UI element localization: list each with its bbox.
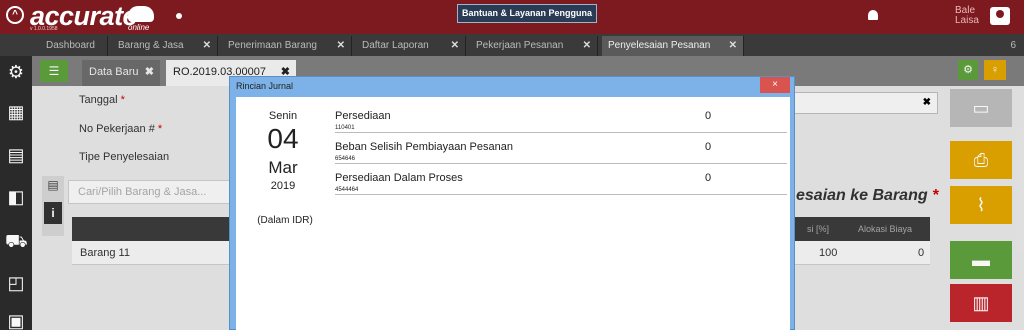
month: Mar [268,158,298,177]
help-button[interactable]: Bantuan & Layanan Pengguna [457,4,598,23]
tab-label: Barang & Jasa [118,40,184,51]
tab-penyelesaian-pesanan[interactable]: Penyelesaian Pesanan ✕ [602,36,744,56]
account-code: 4544464 [335,187,359,193]
tab-label: Daftar Laporan [362,40,429,51]
modal-title: Rincian Jurnal [236,81,294,91]
tab-penerimaan-barang[interactable]: Penerimaan Barang ✕ [222,36,352,56]
accurate-logo-icon: ^ [6,6,24,24]
user-last-name: Laisa [955,15,979,26]
close-icon[interactable]: ✕ [583,36,591,56]
close-button[interactable]: × [760,77,790,93]
tab-dashboard[interactable]: Dashboard [40,36,108,56]
tab-pekerjaan-pesanan[interactable]: Pekerjaan Pesanan ✕ [470,36,598,56]
user-name: Bale Laisa [955,6,979,26]
tab-label: Dashboard [46,40,95,51]
account-name: Persediaan [335,110,391,122]
account-code: 654646 [335,156,356,162]
year: 2019 [270,180,296,192]
tab-strip: Dashboard Barang & Jasa ✕ Penerimaan Bara… [0,34,1024,56]
cloud-icon [128,6,154,22]
tab-daftar-laporan[interactable]: Daftar Laporan ✕ [356,36,466,56]
day-name: Senin [268,110,298,122]
day-number: 04 [267,123,299,154]
modal-body: Senin 04 Mar 2019 (Dalam IDR) Persediaan… [236,97,790,330]
journal-entry: Persediaan Dalam Proses 4544464 0 [335,164,787,195]
close-icon[interactable]: ✕ [451,36,459,56]
account-name: Persediaan Dalam Proses [335,172,463,184]
tab-barang-jasa[interactable]: Barang & Jasa ✕ [112,36,218,56]
entry-amount: 0 [705,141,712,153]
currency-note: (Dalam IDR) [257,215,313,226]
bell-icon[interactable] [868,10,878,20]
close-icon[interactable]: ✕ [729,36,737,56]
menu-dot-icon[interactable] [176,13,182,19]
close-icon[interactable]: ✕ [337,36,345,56]
version-label: v 1.0.0.1958 [30,26,58,32]
journal-entry: Persediaan 110401 0 [335,102,787,133]
user-icon[interactable] [990,7,1010,25]
account-name: Beban Selisih Pembiayaan Pesanan [335,141,513,153]
entry-amount: 0 [705,172,712,184]
tab-count[interactable]: 6 [1010,36,1016,56]
tab-label: Penyelesaian Pesanan [608,40,711,51]
account-code: 110401 [335,125,355,131]
close-icon[interactable]: ✕ [203,36,211,56]
logo-sub: online [128,23,150,32]
tab-label: Penerimaan Barang [228,40,317,51]
journal-entry: Beban Selisih Pembiayaan Pesanan 654646 … [335,133,787,164]
tab-label: Pekerjaan Pesanan [476,40,564,51]
top-bar: ^ accurate online v 1.0.0.1958 Bantuan &… [0,0,1024,34]
entry-amount: 0 [705,110,712,122]
journal-modal: Rincian Jurnal × Senin 04 Mar 2019 (Dala… [229,76,795,330]
